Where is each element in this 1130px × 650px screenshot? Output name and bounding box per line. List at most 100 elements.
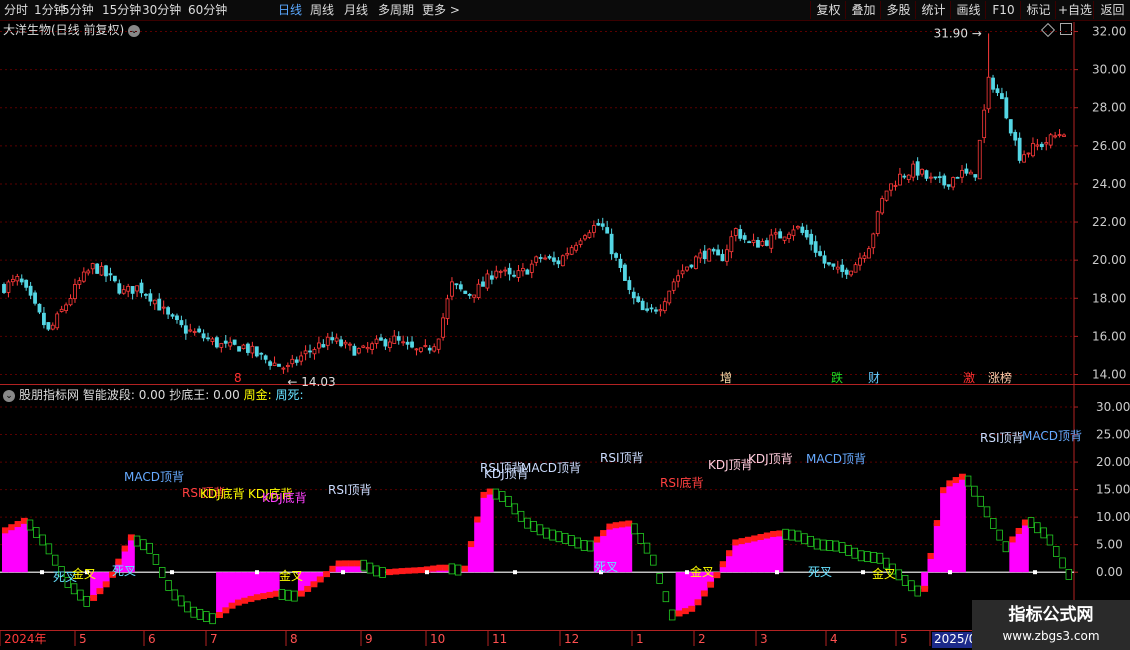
candle-body [791, 229, 796, 237]
candle-body [1004, 97, 1009, 119]
candle-158 [702, 245, 707, 264]
candle-68 [303, 345, 308, 361]
candle-body [906, 174, 911, 180]
hist-cap-34 [216, 611, 223, 618]
band-box-169 [1065, 568, 1073, 580]
candle-body [769, 234, 774, 249]
candle-151 [671, 278, 676, 294]
signal-label-9: RSI顶背 [600, 451, 644, 465]
candle-97 [432, 343, 437, 353]
x-label-7: 11 [492, 632, 507, 646]
candle-body [401, 341, 406, 344]
candle-body [46, 322, 51, 330]
band-box-81 [511, 503, 519, 515]
candle-body [849, 270, 854, 276]
candle-76 [339, 335, 343, 348]
candle-187 [831, 263, 836, 270]
candle-body [308, 350, 312, 353]
candle-27 [121, 285, 126, 295]
candle-body [374, 338, 379, 344]
candle-body [760, 240, 765, 246]
band-box-89 [561, 532, 569, 544]
band-box-78 [492, 488, 500, 500]
candle-64 [285, 362, 290, 373]
candle-body [1062, 134, 1066, 137]
candle-body [742, 235, 747, 240]
hist-bar-107 [675, 572, 683, 614]
band-box-44 [278, 589, 286, 600]
band-box-72 [454, 564, 462, 576]
chart-canvas[interactable]: 14.0016.0018.0020.0022.0024.0026.0028.00… [0, 0, 1130, 650]
signal-label-14: RSI顶背 [980, 431, 1024, 445]
candle-136 [605, 220, 610, 234]
candle-166 [738, 224, 743, 242]
candle-body [50, 324, 55, 330]
candle-149 [662, 297, 667, 314]
hist-bar-99 [625, 523, 633, 573]
band-box-7 [45, 543, 53, 555]
hist-cap-112 [707, 581, 715, 588]
hist-cap-114 [719, 561, 727, 568]
ind-tick-label-3: 15.00 [1096, 483, 1130, 497]
candle-body [552, 257, 556, 262]
candle-body [623, 264, 627, 281]
candle-3 [15, 273, 20, 286]
candle-57 [254, 346, 259, 358]
candle-188 [835, 260, 840, 274]
cross-label-6: 死叉 [808, 565, 832, 579]
candle-body [24, 279, 29, 288]
candle-body [862, 255, 867, 259]
candle-body [778, 231, 783, 239]
hist-cap-61 [386, 569, 393, 576]
candle-body [188, 329, 193, 332]
hist-bar-76 [480, 494, 488, 573]
candle-body [813, 241, 818, 253]
main-tick-label-7: 28.00 [1092, 101, 1126, 115]
candle-body [19, 278, 24, 283]
candle-body [299, 355, 304, 362]
band-box-145 [914, 585, 921, 597]
candle-154 [685, 266, 689, 273]
candle-body [427, 347, 432, 351]
candle-body [175, 315, 179, 320]
candle-body [454, 283, 459, 286]
candle-body [99, 265, 104, 276]
candle-body [840, 264, 845, 272]
candle-135 [600, 217, 605, 231]
candle-body [627, 280, 632, 290]
band-box-158 [996, 529, 1003, 541]
candle-body [787, 233, 791, 239]
candle-body [59, 308, 64, 312]
candle-11 [50, 322, 55, 331]
x-label-6: 10 [430, 632, 445, 646]
candle-body [33, 292, 37, 304]
candle-body [929, 176, 933, 179]
candle-15 [68, 294, 73, 307]
candle-129 [574, 242, 579, 253]
candle-118 [525, 268, 530, 275]
candle-238 [1057, 129, 1062, 138]
candle-body [964, 168, 969, 174]
candle-body [1008, 119, 1013, 134]
candle-body [1031, 143, 1035, 157]
candle-197 [875, 210, 880, 237]
candle-body [591, 225, 596, 233]
candle-body [676, 275, 681, 282]
candle-body [1035, 144, 1040, 147]
hist-cap-148 [933, 520, 941, 527]
hist-cap-109 [688, 605, 696, 612]
candle-body [64, 304, 68, 311]
candle-body [649, 307, 654, 310]
cross-label-4: 死叉 [594, 560, 618, 574]
candle-body [481, 281, 485, 287]
x-label-9: 1 [636, 632, 644, 646]
candle-body [804, 229, 809, 238]
candle-body [654, 309, 658, 312]
candle-body [197, 328, 202, 333]
hist-cap-120 [757, 534, 765, 541]
candle-130 [578, 238, 583, 248]
candle-body [937, 176, 942, 179]
candle-120 [534, 255, 539, 267]
candle-58 [259, 352, 264, 360]
candle-body [991, 77, 995, 90]
